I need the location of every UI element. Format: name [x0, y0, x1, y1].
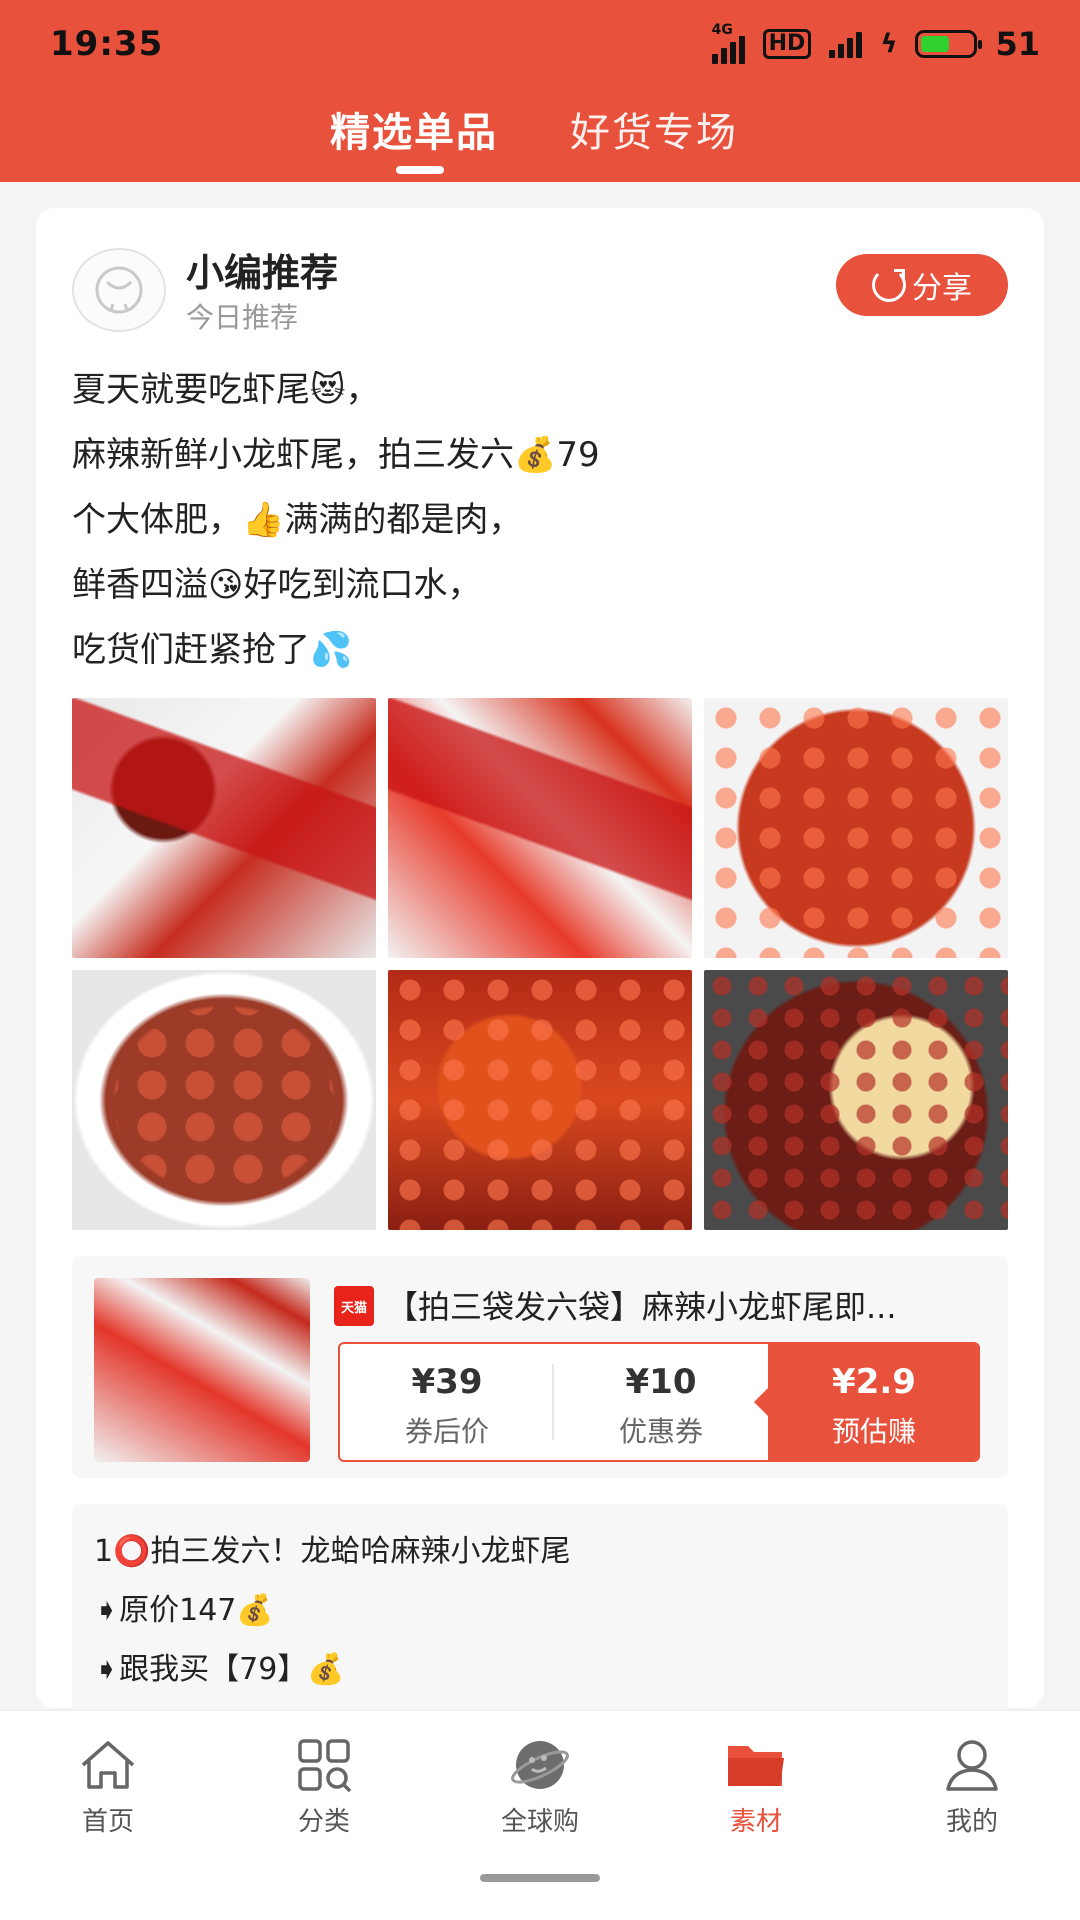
battery-icon: [915, 30, 983, 58]
charging-icon: ϟ: [880, 29, 898, 59]
nav-global[interactable]: 全球购: [432, 1735, 648, 1838]
battery-level: 51: [995, 25, 1040, 63]
product-title[interactable]: 【拍三袋发六袋】麻辣小龙虾尾即...: [386, 1282, 986, 1328]
product-thumbnail[interactable]: [94, 1278, 310, 1462]
status-time: 19:35: [50, 24, 164, 64]
photo-crayfish-closeup[interactable]: [388, 970, 692, 1230]
hd-icon: HD: [762, 29, 812, 59]
image-grid: [72, 698, 1008, 1230]
post-line: 夏天就要吃虾尾😻，: [72, 370, 380, 410]
coupon-amount: ¥10: [625, 1362, 697, 1402]
photo-crayfish-plate[interactable]: [704, 698, 1008, 958]
nav-label: 我的: [945, 1807, 998, 1837]
photo-crayfish-noodles[interactable]: [704, 970, 1008, 1230]
post-text[interactable]: 夏天就要吃虾尾😻， 麻辣新鲜小龙虾尾，拍三发六💰79 个大体肥，👍满满的都是肉，…: [72, 358, 1012, 683]
home-indicator: [480, 1874, 600, 1882]
cellular-4g-icon: 4G: [711, 22, 745, 64]
copy-line: ➧原价147💰: [94, 1593, 274, 1628]
category-icon: [216, 1735, 432, 1795]
nav-category[interactable]: 分类: [216, 1735, 432, 1838]
nav-label: 素材: [729, 1807, 782, 1837]
bottom-nav: 首页 分类 全球购 素材 我的: [0, 1710, 1080, 1920]
product-card[interactable]: 天猫 【拍三袋发六袋】麻辣小龙虾尾即... ¥39 券后价 ¥10 优惠券 ¥2…: [72, 1256, 1008, 1478]
nav-me[interactable]: 我的: [864, 1735, 1080, 1838]
share-icon: [872, 268, 906, 302]
nav-home[interactable]: 首页: [0, 1735, 216, 1838]
photo-crayfish-package[interactable]: [72, 698, 376, 958]
post-line: 鲜香四溢😘好吃到流口水，: [72, 565, 482, 605]
price-amount: ¥39: [411, 1362, 483, 1402]
copy-line: ➧跟我买【79】💰: [94, 1652, 345, 1687]
earnings-amount: ¥2.9: [832, 1362, 916, 1402]
earnings-label: 预估赚: [831, 1415, 916, 1448]
nav-label: 全球购: [500, 1807, 579, 1837]
estimated-earnings[interactable]: ¥2.9 预估赚: [754, 1344, 978, 1460]
coupon-value[interactable]: ¥10 优惠券: [554, 1344, 768, 1460]
home-icon: [0, 1735, 216, 1795]
tab-featured-items[interactable]: 精选单品: [330, 100, 498, 158]
coupon-label: 优惠券: [618, 1415, 703, 1448]
post-card: 小编推荐 今日推荐 分享 夏天就要吃虾尾😻， 麻辣新鲜小龙虾尾，拍三发六💰79 …: [36, 208, 1044, 1708]
copy-text-box[interactable]: 1⭕拍三发六！龙蛤哈麻辣小龙虾尾 ➧原价147💰 ➧跟我买【79】💰: [72, 1504, 1008, 1708]
header: 19:35 4G HD ϟ 51 精选单品 好货专场: [0, 0, 1080, 182]
planet-icon: [432, 1735, 648, 1795]
copy-line: 1⭕拍三发六！龙蛤哈麻辣小龙虾尾: [94, 1534, 571, 1569]
tab-indicator: [396, 166, 444, 174]
top-tabs: 精选单品 好货专场: [0, 100, 1080, 180]
share-label: 分享: [912, 271, 972, 306]
price-label: 券后价: [404, 1415, 489, 1448]
price-after-coupon: ¥39 券后价: [340, 1344, 554, 1460]
tmall-icon: 天猫: [334, 1286, 374, 1326]
photo-crayfish-bowl[interactable]: [72, 970, 376, 1230]
avatar[interactable]: [72, 248, 166, 332]
photo-crayfish-packages[interactable]: [388, 698, 692, 958]
post-line: 麻辣新鲜小龙虾尾，拍三发六💰79: [72, 435, 600, 475]
nav-label: 首页: [81, 1807, 134, 1837]
folder-icon: [648, 1735, 864, 1795]
tab-good-deals[interactable]: 好货专场: [570, 100, 738, 158]
price-box: ¥39 券后价 ¥10 优惠券 ¥2.9 预估赚: [338, 1342, 980, 1462]
mascot-icon: [95, 266, 143, 314]
nav-materials[interactable]: 素材: [648, 1735, 864, 1838]
author-name: 小编推荐: [186, 251, 339, 295]
user-icon: [864, 1735, 1080, 1795]
status-bar: 19:35 4G HD ϟ 51: [0, 0, 1080, 92]
post-line: 个大体肥，👍满满的都是肉，: [72, 500, 523, 540]
share-button[interactable]: 分享: [836, 254, 1008, 316]
status-icons: 4G HD ϟ 51: [711, 22, 1040, 66]
signal-icon: [829, 30, 863, 58]
post-subtitle: 今日推荐: [186, 301, 299, 334]
network-type: 4G: [711, 22, 733, 38]
nav-label: 分类: [297, 1807, 350, 1837]
post-line: 吃货们赶紧抢了💦: [72, 630, 353, 670]
